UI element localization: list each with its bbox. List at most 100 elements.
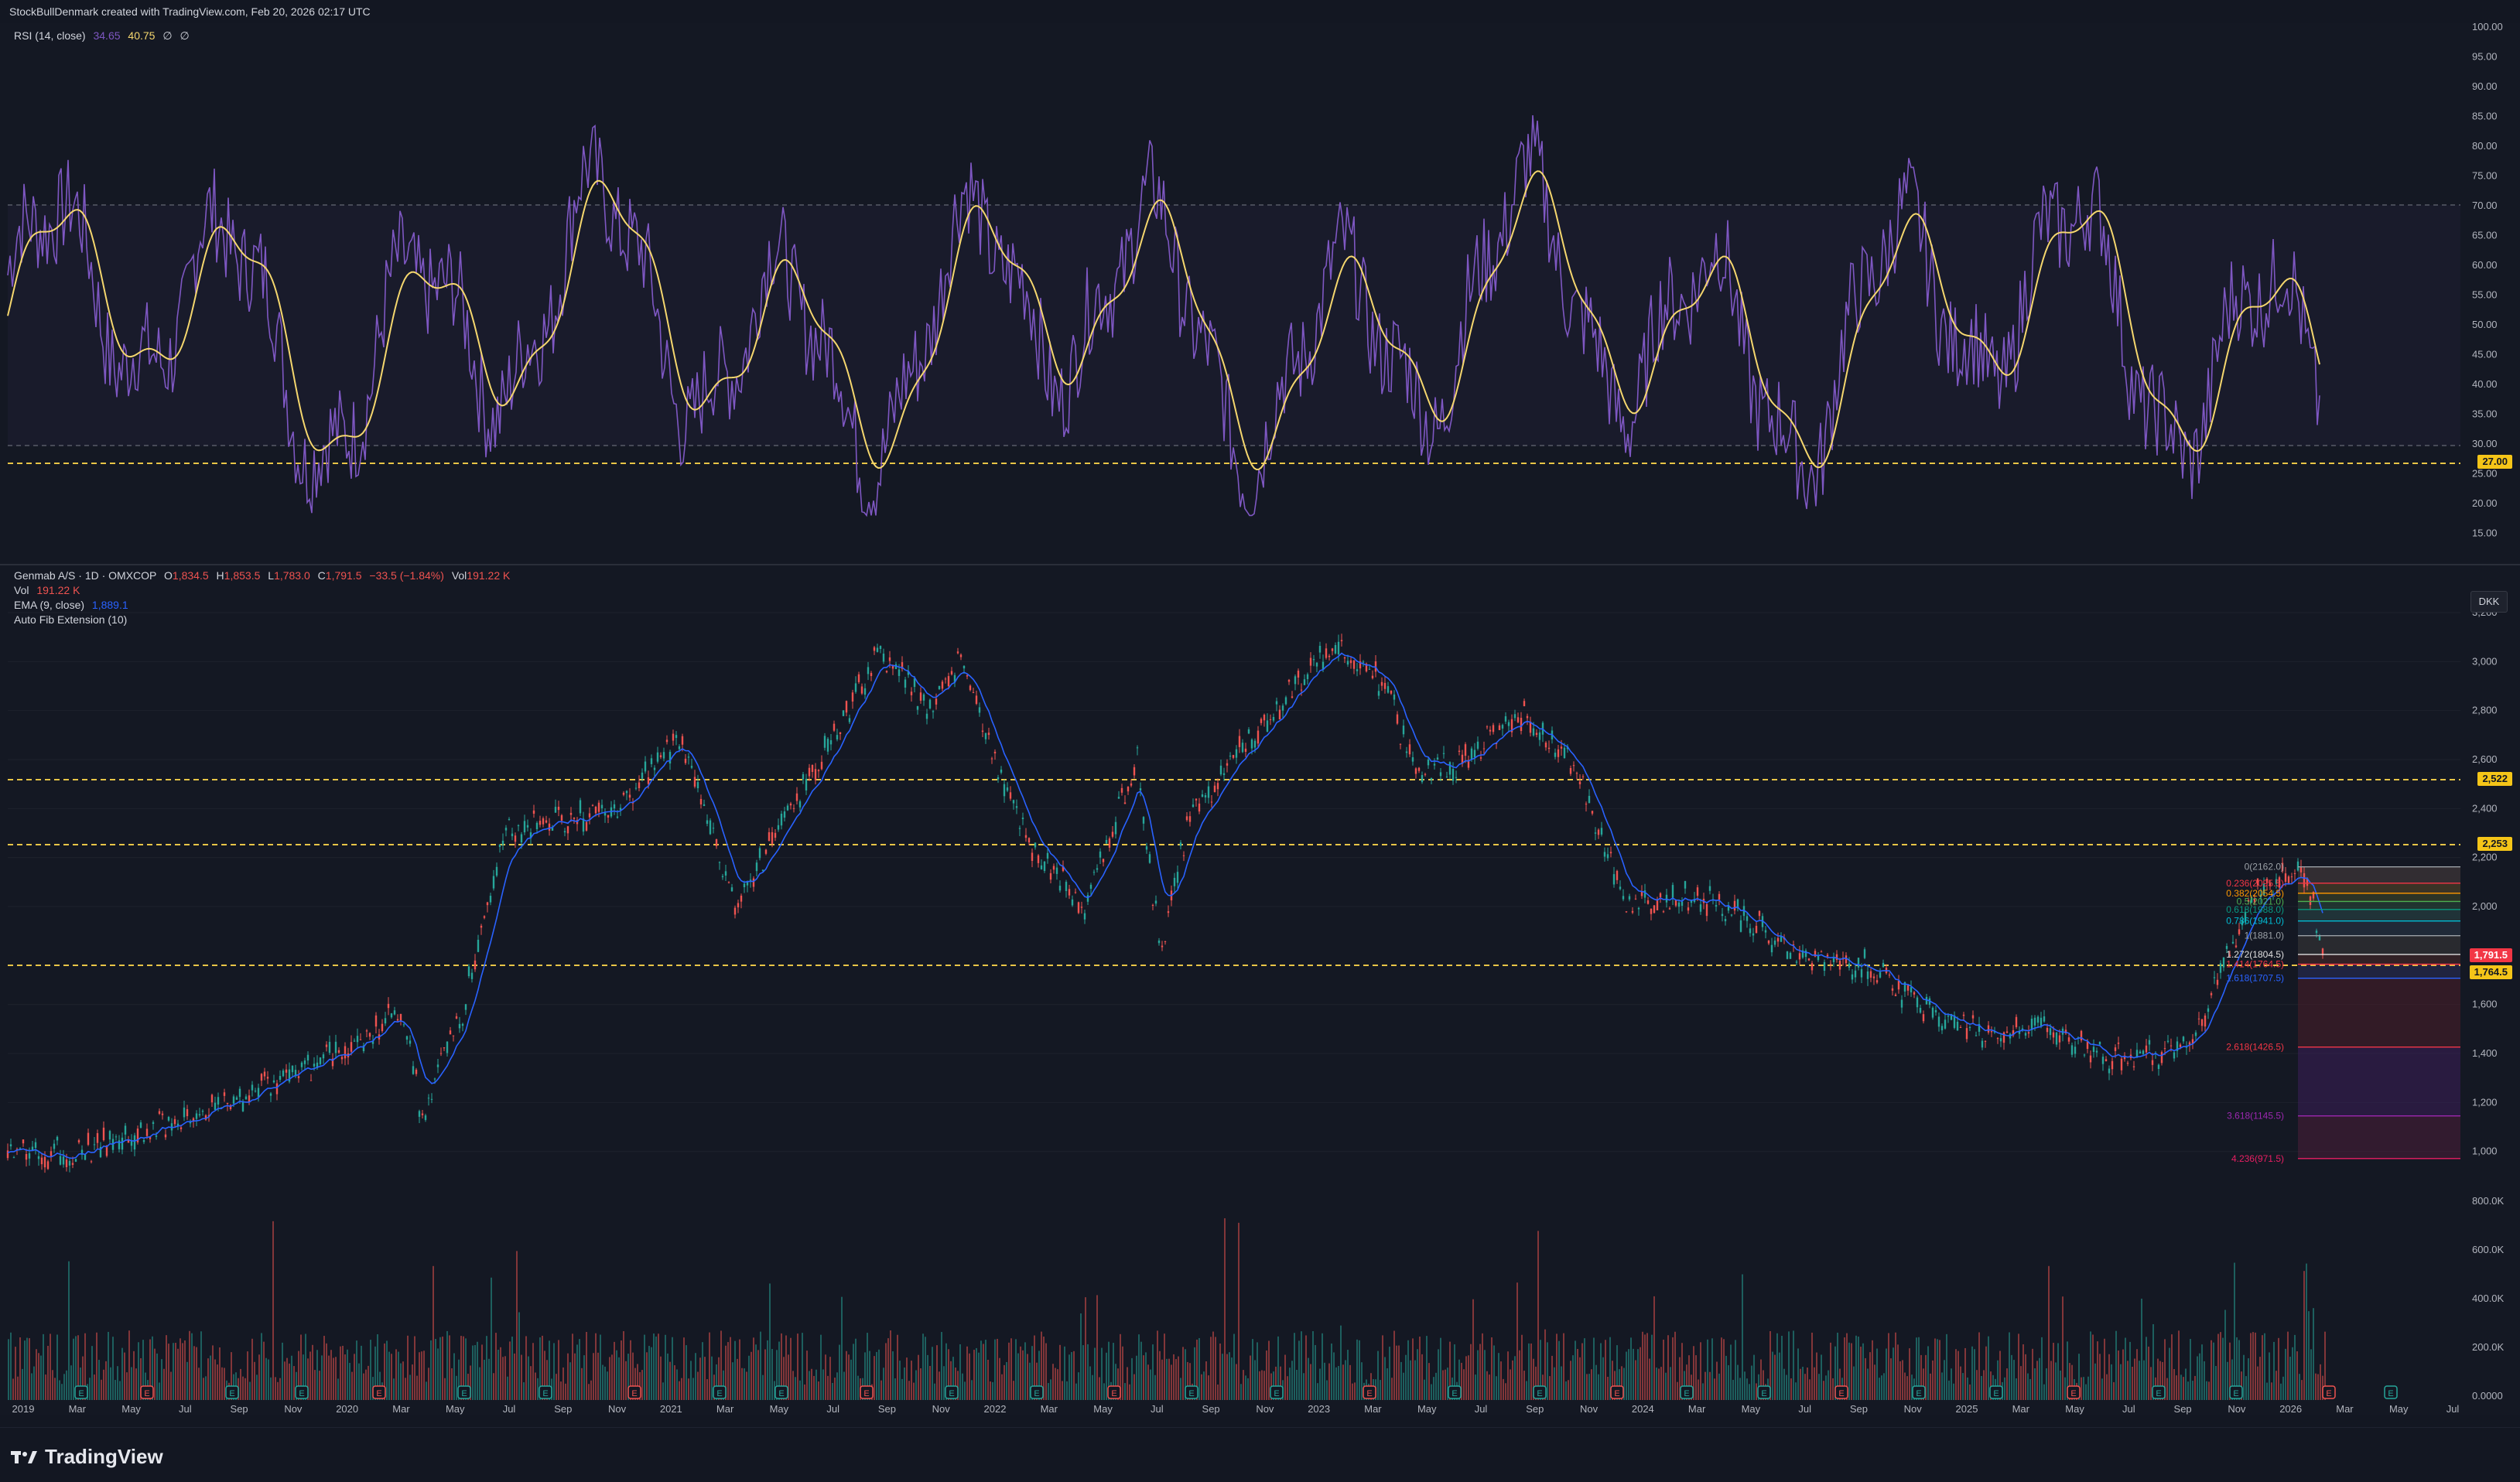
volume-bar [901,1378,903,1400]
volume-bar [98,1360,100,1400]
time-axis-label: May [2389,1403,2409,1415]
rsi-pane[interactable]: 100.0095.0090.0085.0080.0075.0070.0065.0… [0,21,2503,565]
candle-body [1609,852,1612,854]
level-1764-tag[interactable]: 1,764.5 [2469,965,2512,979]
fib-zone [2298,1115,2460,1159]
volume-bar [1902,1360,1903,1400]
volume-bar [746,1371,747,1400]
rsi-level-tag[interactable]: 27.00 [2477,455,2512,469]
chart-area[interactable]: 100.00 95.00 90.00 85.00 80.00 75.00 70.00 65.0… [0,21,2520,1415]
fib-legend[interactable]: Auto Fib Extension (10) [14,613,127,626]
volume-bar [1707,1339,1708,1400]
volume-bar [2099,1354,2101,1400]
volume-bar [1284,1354,1286,1400]
volume-bar [319,1371,320,1400]
candle-body [1328,655,1331,657]
rsi-axis-label: 85.00 [2472,111,2498,122]
symbol-legend[interactable]: Genmab A/S · 1D · OMXCOP O1,834.5 H1,853… [14,569,510,582]
chart-canvas[interactable]: 100.0095.0090.0085.0080.0075.0070.0065.0… [0,21,2520,1415]
volume-bar [189,1330,190,1400]
candle-body [1634,898,1637,900]
volume-bar [103,1369,104,1400]
volume-bar [1853,1366,1855,1400]
time-axis-label: May [1417,1403,1437,1415]
volume-bar [154,1348,156,1400]
volume-bar [727,1342,729,1400]
candle-body [65,1159,68,1167]
volume-bar [251,1338,253,1400]
candle-body [1303,679,1306,685]
volume-bar [771,1349,773,1400]
candle-body [350,1042,353,1052]
candle-body [1188,816,1192,822]
volume-bar [2280,1383,2282,1400]
volume-bar [876,1351,877,1400]
candle-body [916,706,919,710]
volume-bar [1398,1345,1400,1400]
time-axis[interactable]: 2019 Mar May Jul Sep Nov 2020 Mar May Jul Sep Nov 20… [12,1403,2460,1415]
volume-bar [1340,1325,1342,1400]
main-price-pane[interactable]: 0(2162.0)0.236(2095.5)0.382(2054.5)0.5(2… [6,606,2505,1402]
candle-body [1027,838,1031,843]
candle-body [145,1129,149,1136]
price-axis[interactable]: 3,2003,0002,8002,6002,4002,2002,0001,600… [2472,606,2498,1157]
volume-bar [1489,1374,1490,1400]
volume-bar [1795,1382,1797,1400]
fib-zone [2298,964,2460,978]
candle-body [2296,861,2299,871]
candle-body [1266,720,1269,732]
candle-body [873,647,876,651]
candle-body [867,667,870,674]
volume-bar [874,1356,875,1400]
tradingview-logo[interactable]: TradingView [11,1445,163,1469]
level-2522-tag[interactable]: 2,522 [2477,772,2512,786]
volume-bar [2194,1375,2196,1400]
candle-body [1257,730,1260,744]
volume-legend[interactable]: Vol 191.22 K [14,584,80,596]
volume-bar [175,1343,176,1400]
candle-body [653,767,656,770]
candle-body [1538,732,1541,740]
volume-bar [1742,1274,1743,1400]
volume-bar [662,1382,664,1400]
volume-bar [1052,1364,1054,1400]
low-label: L [268,569,275,582]
price-axis-label: 2,800 [2472,705,2498,716]
volume-bar [2303,1271,2305,1400]
volume-bar [249,1381,251,1400]
rsi-legend[interactable]: RSI (14, close) 34.65 40.75 ∅ ∅ [14,29,190,43]
volume-bar [22,1368,23,1400]
high-label: H [216,569,224,582]
volume-axis[interactable]: 800.0K600.0K400.0K200.0K0.0000 [2472,1195,2505,1402]
candle-body [792,808,795,809]
fib-zone [2298,920,2460,936]
candle-body [1077,902,1080,913]
volume-bar [792,1371,794,1400]
candle-body [269,1093,272,1096]
candle-body [300,1062,303,1067]
candle-body [1040,865,1043,869]
candle-body [1430,777,1433,780]
ema-legend[interactable]: EMA (9, close) 1,889.1 [14,599,128,611]
candle-body [1937,1016,1940,1027]
volume-bar [2006,1368,2008,1400]
currency-button[interactable]: DKK [2470,591,2508,613]
level-2253-tag[interactable]: 2,253 [2477,837,2512,851]
candle-body [1968,1026,1971,1028]
candle-body [443,1047,446,1049]
candle-body [1486,726,1489,728]
last-price-tag[interactable]: 1,791.5 [2469,948,2512,962]
volume-bar [247,1351,248,1400]
volume-bar [2262,1335,2263,1400]
volume-bar [486,1336,487,1400]
candle-body [1749,928,1752,934]
candle-body [1520,718,1523,732]
rsi-axis-label: 55.00 [2472,289,2498,301]
volume-bar [89,1378,91,1400]
volume-bar [1730,1344,1732,1400]
volume-bar [2043,1384,2045,1400]
candle-body [1130,783,1133,786]
volume-bar [289,1363,290,1400]
fib-level-label: 0(2162.0) [2245,862,2284,872]
time-axis-label: Sep [1526,1403,1544,1415]
